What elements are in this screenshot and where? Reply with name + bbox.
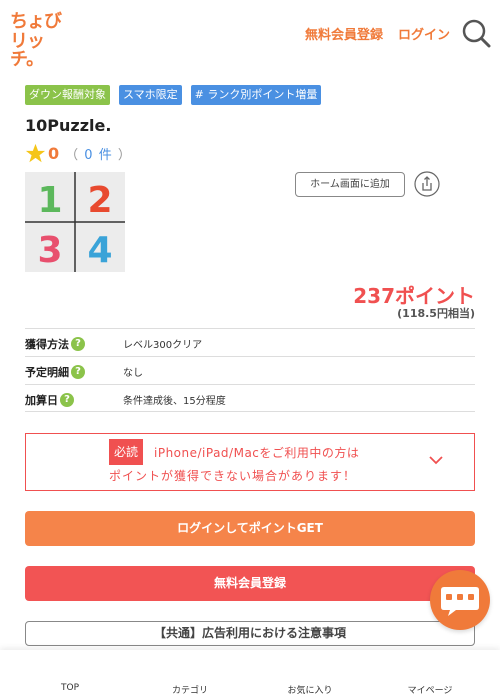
- help-icon[interactable]: ?: [71, 337, 85, 351]
- rating-open-paren: （: [65, 147, 80, 163]
- tag-list: ダウン報酬対象 スマホ限定 # ランク別ポイント増量: [25, 85, 322, 105]
- ad-caution-link[interactable]: 【共通】広告利用における注意事項: [25, 621, 475, 646]
- info-value: 条件達成後、15分程度: [123, 396, 226, 407]
- info-label: 加算日 ?: [25, 392, 74, 408]
- info-label: 獲得方法 ?: [25, 336, 85, 352]
- header: ちょび リッチ。 無料会員登録 ログイン: [0, 0, 500, 69]
- logo-line1: ちょび: [10, 11, 62, 32]
- logo-line2: リッチ。: [10, 31, 45, 70]
- rating-score: 0: [48, 143, 60, 163]
- info-value: レベル300クリア: [123, 340, 203, 351]
- chat-button[interactable]: [430, 570, 490, 630]
- tag-down-reward: ダウン報酬対象: [25, 85, 110, 105]
- chat-icon: [441, 587, 479, 616]
- info-label-text: 加算日: [25, 394, 58, 407]
- header-login-link[interactable]: ログイン: [398, 24, 450, 43]
- info-row: 予定明細 ? なし: [25, 356, 475, 384]
- notice-line2: ポイントが獲得できない場合があります！: [109, 469, 357, 483]
- info-label-text: 獲得方法: [25, 338, 69, 351]
- search-icon[interactable]: [461, 18, 491, 48]
- login-get-points-button[interactable]: ログインしてポイントGET: [25, 511, 475, 546]
- rating-count: 0 件: [84, 147, 113, 163]
- tag-smartphone-only: スマホ限定: [119, 85, 182, 105]
- app-icon-digit-2: 2: [87, 180, 112, 221]
- bottom-nav-favorites[interactable]: お気に入り: [260, 683, 360, 696]
- points-yen: (118.5円相当): [397, 307, 475, 320]
- rating-close-paren: ）: [117, 147, 132, 163]
- home-add-button[interactable]: ホーム画面に追加: [295, 172, 405, 197]
- app-icon-digit-4: 4: [87, 230, 112, 271]
- rating-count-wrapper[interactable]: （ 0 件 ）: [65, 144, 132, 163]
- chevron-down-icon[interactable]: [428, 454, 444, 466]
- info-table: 獲得方法 ? レベル300クリア 予定明細 ? なし 加算日 ? 条件達成後、1…: [25, 328, 475, 412]
- app-icon-digit-3: 3: [37, 230, 62, 271]
- help-icon[interactable]: ?: [71, 365, 85, 379]
- notice-badge: 必読: [109, 439, 144, 465]
- notice-line1: iPhone/iPad/Macをご利用中の方は: [154, 446, 360, 460]
- info-row: 獲得方法 ? レベル300クリア: [25, 328, 475, 356]
- rating: 0 （ 0 件 ）: [25, 142, 132, 164]
- app-title: 10Puzzle.: [25, 116, 112, 135]
- header-register-link[interactable]: 無料会員登録: [305, 24, 383, 43]
- register-button[interactable]: 無料会員登録: [25, 566, 475, 601]
- logo[interactable]: ちょび リッチ。: [10, 11, 70, 69]
- app-icon-digit-1: 1: [37, 180, 62, 221]
- info-label-text: 予定明細: [25, 366, 69, 379]
- bottom-nav-mypage[interactable]: マイページ: [380, 683, 480, 696]
- bottom-nav-category[interactable]: カテゴリ: [140, 683, 240, 696]
- bottom-nav-top[interactable]: TOP: [20, 683, 120, 693]
- ios-notice-accordion[interactable]: 必読 iPhone/iPad/Macをご利用中の方は ポイントが獲得できない場合…: [25, 433, 475, 491]
- app-icon: 1 2 3 4: [25, 172, 125, 272]
- star-icon: [25, 143, 46, 162]
- info-value: なし: [123, 368, 143, 379]
- info-label: 予定明細 ?: [25, 364, 85, 380]
- info-row: 加算日 ? 条件達成後、15分程度: [25, 384, 475, 412]
- bottom-nav: TOP カテゴリ お気に入り マイページ: [0, 650, 500, 700]
- help-icon[interactable]: ?: [60, 393, 74, 407]
- tag-rank-bonus[interactable]: # ランク別ポイント増量: [190, 85, 322, 105]
- share-icon[interactable]: [414, 171, 440, 197]
